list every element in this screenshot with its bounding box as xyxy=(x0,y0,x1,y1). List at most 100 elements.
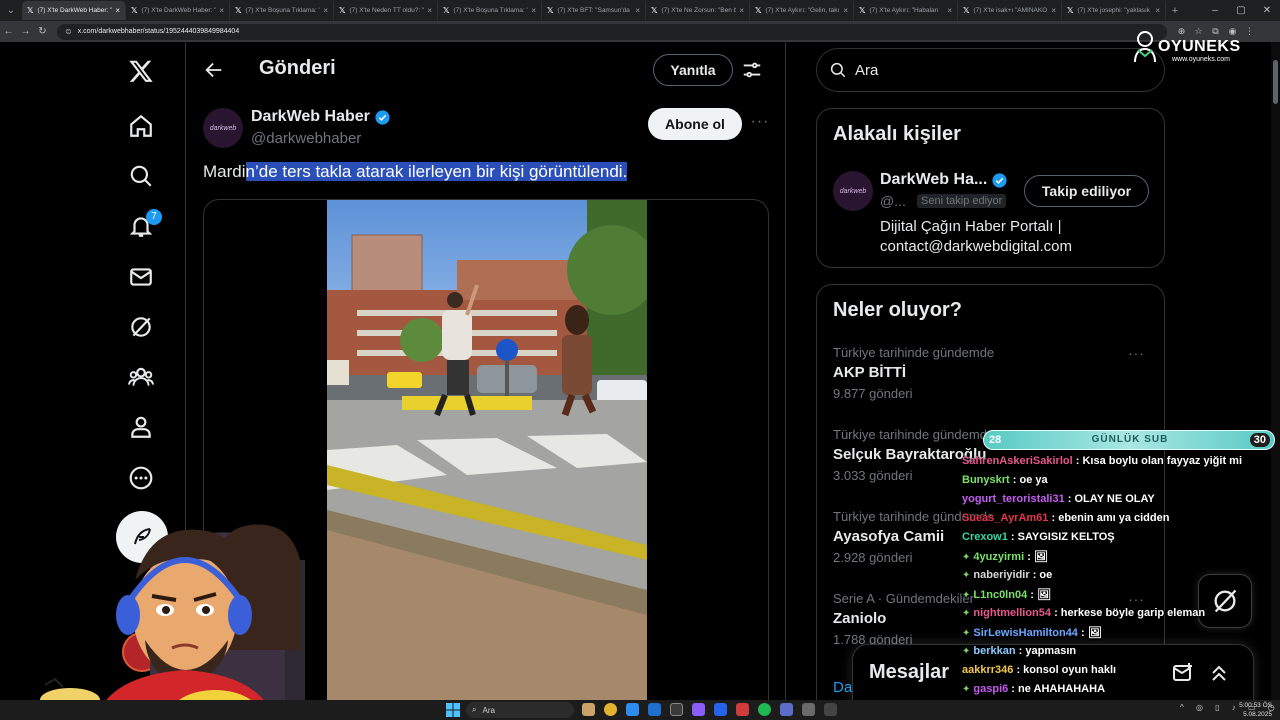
explore-search-icon[interactable] xyxy=(116,151,166,201)
chat-message: ✦ gaspi6 : ne AHAHAHAHA xyxy=(962,683,1105,700)
tab-close-icon[interactable]: × xyxy=(531,6,536,15)
show-more-link[interactable]: Da xyxy=(833,679,852,696)
system-clock[interactable]: 5:00:53 ÖS 5.08.2025 xyxy=(1239,701,1272,719)
browser-tab[interactable]: 𝕏 (7) X'te Aykırı: "Gelin, takı × xyxy=(750,1,854,20)
trend-more-icon[interactable]: ··· xyxy=(1128,345,1145,361)
browser-tab[interactable]: 𝕏 (7) X'te BFT: "Samsun'da " × xyxy=(542,1,646,20)
taskbar-app-icon[interactable] xyxy=(626,703,639,716)
tab-close-icon[interactable]: × xyxy=(323,6,328,15)
tab-close-icon[interactable]: × xyxy=(739,6,744,15)
grok-icon[interactable] xyxy=(116,302,166,352)
chat-text: oe ya xyxy=(1019,474,1048,486)
subscribe-button[interactable]: Abone ol xyxy=(648,108,742,140)
sub-badge-icon: ✦ xyxy=(962,552,971,563)
chat-separator: : xyxy=(1015,645,1026,657)
tab-search-icon[interactable]: ⌄ xyxy=(0,0,22,21)
notifications-bell-icon[interactable]: 7 xyxy=(116,201,166,251)
taskbar-app-icon[interactable] xyxy=(648,703,661,716)
taskbar-app-icon[interactable] xyxy=(670,703,683,716)
more-options-circle-icon[interactable] xyxy=(116,453,166,503)
video-player[interactable] xyxy=(327,200,647,700)
relevant-person-avatar[interactable]: darkweb xyxy=(833,171,873,211)
taskbar-app-icon[interactable] xyxy=(802,703,815,716)
chat-username: Sueas_AyrAm61 xyxy=(962,512,1049,524)
windows-start-icon[interactable] xyxy=(446,703,460,717)
taskbar-app-icon[interactable] xyxy=(714,703,727,716)
browser-tab[interactable]: 𝕏 (7) X'te isak+ı "AMINAKO × xyxy=(958,1,1062,20)
search-box[interactable] xyxy=(816,48,1165,92)
profile-person-icon[interactable] xyxy=(116,402,166,452)
spotify-taskbar-icon[interactable] xyxy=(758,703,771,716)
messages-envelope-icon[interactable] xyxy=(116,252,166,302)
browser-tab[interactable]: 𝕏 (7) X'te josephi: "yaklasık × xyxy=(1062,1,1166,20)
back-arrow-icon[interactable] xyxy=(200,56,228,84)
x-logo-icon[interactable] xyxy=(116,46,166,96)
browser-tab[interactable]: 𝕏 (7) X'te Boşuna Tıklama: " × xyxy=(438,1,542,20)
author-name[interactable]: DarkWeb Haber xyxy=(251,108,391,126)
chat-username: gaspi6 xyxy=(973,683,1009,695)
tab-close-icon[interactable]: × xyxy=(219,6,224,15)
minimize-icon[interactable]: – xyxy=(1202,0,1228,21)
chat-username: berkkan xyxy=(973,645,1016,657)
close-window-icon[interactable]: ✕ xyxy=(1254,0,1280,21)
x-favicon-icon: 𝕏 xyxy=(755,6,762,15)
taskbar-app-icon[interactable] xyxy=(692,703,705,716)
streamer-avatar-illustration xyxy=(40,524,305,720)
chat-message: Crexow1 : SAYGISIZ KELTOŞ xyxy=(962,531,1115,550)
forward-icon[interactable]: → xyxy=(17,26,34,37)
verified-badge-icon xyxy=(992,172,1007,188)
communities-icon[interactable] xyxy=(116,352,166,402)
search-input[interactable] xyxy=(855,61,1135,79)
notification-count-badge: 7 xyxy=(146,209,162,225)
tab-close-icon[interactable]: × xyxy=(843,6,848,15)
browser-tab[interactable]: 𝕏 (7) X'te Boşuna Tıklama: " × xyxy=(230,1,334,20)
new-tab-button[interactable]: + xyxy=(1166,5,1184,17)
home-icon[interactable] xyxy=(116,101,166,151)
browser-tab[interactable]: 𝕏 (7) X'te DarkWeb Haber: " × xyxy=(126,1,230,20)
chat-text: 🖼 xyxy=(1036,589,1051,601)
relevant-person-name[interactable]: DarkWeb Ha... xyxy=(880,171,1008,189)
chrome-taskbar-icon[interactable] xyxy=(604,703,617,716)
chat-username: 4yuzyirmi xyxy=(973,551,1025,563)
relevant-person-handle[interactable]: @... xyxy=(880,193,906,209)
browser-tab[interactable]: 𝕏 (7) X'te Aykırı: "Habaları × xyxy=(854,1,958,20)
back-icon[interactable]: ← xyxy=(0,26,17,37)
author-handle[interactable]: @darkwebhaber xyxy=(251,130,361,147)
taskbar-app-icon[interactable] xyxy=(780,703,793,716)
clock-time: 5:00:53 ÖS xyxy=(1239,702,1272,709)
tab-close-icon[interactable]: × xyxy=(947,6,952,15)
taskbar-search[interactable]: ⌕ Ara xyxy=(466,702,574,718)
browser-tab[interactable]: 𝕏 (7) X'te Neden TT oldu?: " × xyxy=(334,1,438,20)
author-avatar[interactable]: darkweb xyxy=(203,108,243,148)
taskbar-app-icon[interactable] xyxy=(736,703,749,716)
sliders-icon[interactable] xyxy=(738,56,766,84)
taskbar-app-icon[interactable] xyxy=(582,703,595,716)
browser-tab[interactable]: 𝕏 (7) X'te DarkWeb Haber: " × xyxy=(22,1,126,20)
chat-username: SirLewisHamilton44 xyxy=(973,627,1078,639)
taskbar-app-icon[interactable] xyxy=(824,703,837,716)
chat-message: SahrenAskeriSakirlol : Kısa boylu olan f… xyxy=(962,455,1242,474)
reload-icon[interactable]: ↻ xyxy=(34,26,51,37)
tab-close-icon[interactable]: × xyxy=(1155,6,1160,15)
tab-list: 𝕏 (7) X'te DarkWeb Haber: " × 𝕏 (7) X'te Dar… xyxy=(22,1,1166,20)
scrollbar-thumb[interactable] xyxy=(1273,60,1278,104)
tab-close-icon[interactable]: × xyxy=(635,6,640,15)
tab-close-icon[interactable]: × xyxy=(1051,6,1056,15)
more-options-icon[interactable]: ··· xyxy=(748,112,772,136)
browser-tab[interactable]: 𝕏 (7) X'te Ne Zorsun: "Ben b × xyxy=(646,1,750,20)
address-bar[interactable]: ⊜ x.com/darkwebhaber/status/195244403984… xyxy=(57,23,1167,40)
chat-username: aakkrr346 xyxy=(962,664,1014,676)
x-favicon-icon: 𝕏 xyxy=(963,6,970,15)
windows-taskbar: ⌕ Ara ^ ◎ ▯ ♪ ▭ ◷ 5:00:53 ÖS 5.08.2025 xyxy=(0,700,1280,720)
tab-close-icon[interactable]: × xyxy=(427,6,432,15)
chat-separator: : xyxy=(1013,664,1024,676)
page-scrollbar[interactable] xyxy=(1271,42,1280,700)
site-info-icon[interactable]: ⊜ xyxy=(65,27,72,36)
trend-item[interactable]: Türkiye tarihinde gündemde AKP BİTTİ 9.8… xyxy=(833,345,1153,415)
x-favicon-icon: 𝕏 xyxy=(651,6,658,15)
maximize-icon[interactable]: ▢ xyxy=(1228,0,1254,21)
tab-close-icon[interactable]: × xyxy=(115,6,120,15)
reply-button[interactable]: Yanıtla xyxy=(653,54,733,86)
tab-title: (7) X'te Boşuna Tıklama: " xyxy=(245,7,321,14)
following-button[interactable]: Takip ediliyor xyxy=(1024,175,1149,207)
